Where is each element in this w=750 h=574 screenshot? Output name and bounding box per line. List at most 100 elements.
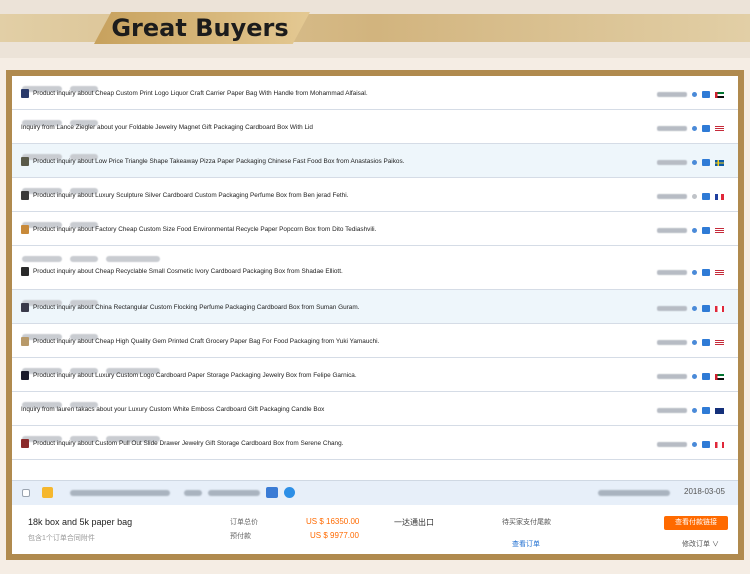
contact-card-icon[interactable] [702,91,710,98]
blurred-text [657,408,687,413]
view-order-link[interactable]: 查看订单 [512,539,540,549]
inquiry-text[interactable]: Inquiry from Lance Ziegler about your Fo… [21,124,313,131]
crown-icon [42,487,53,498]
status-dot-icon [692,92,697,97]
inquiry-row[interactable]: Product inquiry about Low Price Triangle… [12,144,738,178]
inquiry-meta [22,147,106,160]
blurred-text [657,160,687,165]
inquiry-actions [657,158,724,167]
inquiry-meta [22,113,106,126]
order-checkbox[interactable] [22,489,30,497]
blurred-text [70,490,170,496]
contact-card-icon[interactable] [702,339,710,346]
inquiry-text[interactable]: Product inquiry about Cheap High Quality… [33,338,379,345]
inquiry-row[interactable]: Product inquiry about Cheap Custom Print… [12,76,738,110]
inquiry-meta [22,181,106,194]
shipping-method: 一达通出口 [394,518,434,527]
contact-card-icon[interactable] [702,373,710,380]
inquiry-text[interactable]: Inquiry from lauren takacs about your Lu… [21,406,324,413]
inquiry-actions [657,372,724,381]
inquiry-row[interactable]: Product inquiry about Cheap Recyclable S… [12,246,738,290]
label-prepay: 预付款 [230,533,251,540]
country-flag-icon [715,441,724,448]
inquiry-meta [22,327,106,340]
blurred-text [657,92,687,97]
contact-card-icon[interactable] [702,269,710,276]
blurred-text [22,256,62,262]
blurred-text [657,228,687,233]
inquiry-actions [657,440,724,449]
chat-icon[interactable] [266,487,278,498]
inquiry-text[interactable]: Product inquiry about Luxury Sculpture S… [33,192,348,199]
contact-card-icon[interactable] [702,159,710,166]
status-dot-icon [692,442,697,447]
inquiry-row[interactable]: Inquiry from lauren takacs about your Lu… [12,392,738,426]
status-dot-icon [692,160,697,165]
inquiry-text[interactable]: Product inquiry about Factory Cheap Cust… [33,226,376,233]
status-dot-icon [692,340,697,345]
status-dot-icon [692,374,697,379]
blurred-text [106,256,160,262]
inquiry-text[interactable]: Product inquiry about Low Price Triangle… [33,158,404,165]
country-flag-icon [715,373,724,380]
message-icon[interactable] [284,487,295,498]
blurred-text [598,490,670,496]
inquiry-actions [657,192,724,201]
inquiry-row[interactable]: Product inquiry about Factory Cheap Cust… [12,212,738,246]
status-dot-icon [692,270,697,275]
country-flag-icon [715,227,724,234]
inquiry-row[interactable]: Product inquiry about China Rectangular … [12,290,738,324]
status-dot-icon [692,194,697,199]
inquiry-meta [22,249,168,262]
inquiry-actions [657,90,724,99]
inquiry-text[interactable]: Product inquiry about Cheap Recyclable S… [33,268,343,275]
country-flag-icon [715,91,724,98]
product-thumbnail [21,303,29,312]
blurred-text [184,490,202,496]
inquiry-meta [22,293,106,306]
blurred-text [657,126,687,131]
inquiry-text[interactable]: Product inquiry about China Rectangular … [33,304,359,311]
inquiry-meta [22,395,106,408]
inquiry-meta [22,429,168,442]
inquiry-text[interactable]: Product inquiry about Cheap Custom Print… [33,90,368,97]
price-prepay: US $ 9977.00 [310,531,359,540]
order-card: 2018-03-05 18k box and 5k paper bag 包含1个… [12,480,738,554]
product-thumbnail [21,371,29,380]
contact-card-icon[interactable] [702,441,710,448]
contact-card-icon[interactable] [702,305,710,312]
country-flag-icon [715,339,724,346]
inquiry-meta [22,79,106,92]
inquiry-row[interactable]: Product inquiry about Cheap High Quality… [12,324,738,358]
inquiry-actions [657,226,724,235]
product-thumbnail [21,439,29,448]
product-thumbnail [21,191,29,200]
product-thumbnail [21,157,29,166]
inquiry-row[interactable]: Product inquiry about Luxury Custom Logo… [12,358,738,392]
inquiry-text[interactable]: Product inquiry about Custom Pull Out Sl… [33,440,343,447]
inquiry-row[interactable]: Product inquiry about Custom Pull Out Sl… [12,426,738,460]
inquiry-actions [657,406,724,415]
inquiry-actions [657,124,724,133]
contact-card-icon[interactable] [702,193,710,200]
order-body: 18k box and 5k paper bag 包含1个订单合同附件 订单总价… [12,509,738,554]
screenshot-frame: Product inquiry about Cheap Custom Print… [6,70,744,560]
inquiry-row[interactable]: Inquiry from Lance Ziegler about your Fo… [12,110,738,144]
blurred-text [70,256,98,262]
country-flag-icon [715,269,724,276]
country-flag-icon [715,407,724,414]
contact-card-icon[interactable] [702,227,710,234]
inquiry-list: Product inquiry about Cheap Custom Print… [12,76,738,460]
payment-link-button[interactable]: 查看付款链接 [664,516,728,530]
order-product-sub: 包含1个订单合同附件 [28,535,95,542]
inquiry-row[interactable]: Product inquiry about Luxury Sculpture S… [12,178,738,212]
blurred-text [657,306,687,311]
blurred-text [657,374,687,379]
edit-order-dropdown[interactable]: 修改订单 ∨ [682,539,719,549]
order-status: 待买家支付尾款 [502,519,551,526]
order-header: 2018-03-05 [12,481,738,505]
contact-card-icon[interactable] [702,407,710,414]
contact-card-icon[interactable] [702,125,710,132]
country-flag-icon [715,193,724,200]
inquiry-text[interactable]: Product inquiry about Luxury Custom Logo… [33,372,357,379]
